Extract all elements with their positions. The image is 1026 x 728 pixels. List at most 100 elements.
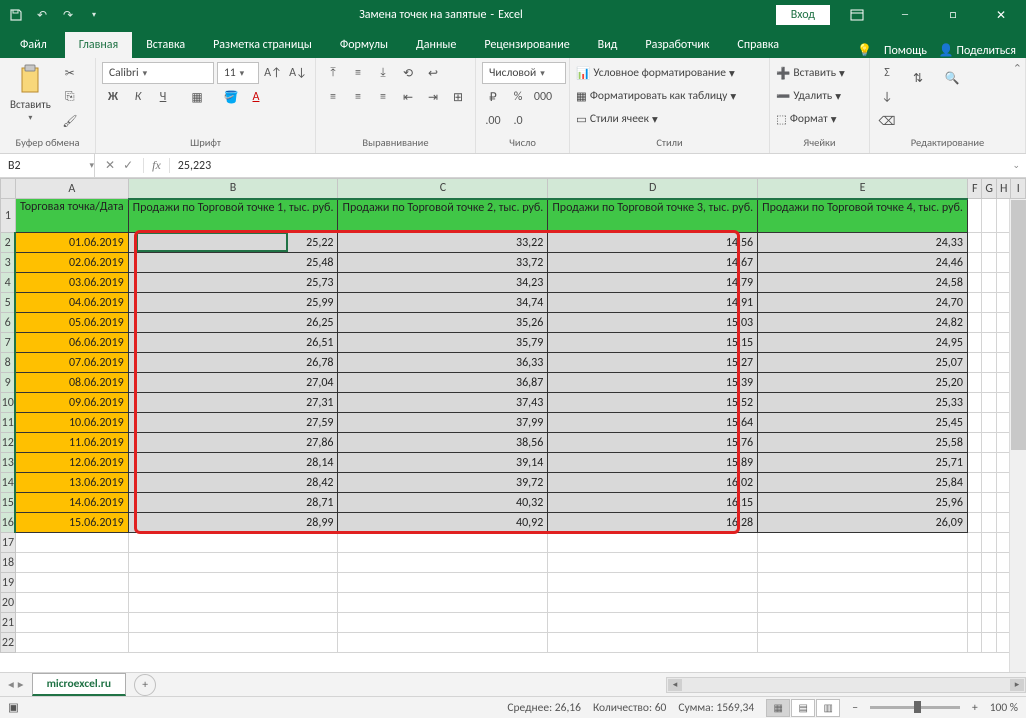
cell[interactable] (982, 473, 997, 493)
data-cell[interactable]: 35,79 (338, 333, 548, 353)
data-cell[interactable]: 25,33 (758, 393, 968, 413)
data-cell[interactable]: 15,39 (548, 373, 758, 393)
data-cell[interactable]: 33,72 (338, 253, 548, 273)
cell[interactable] (967, 273, 982, 293)
cell[interactable] (758, 593, 968, 613)
maximize-icon[interactable]: □ (932, 0, 974, 30)
cell[interactable] (15, 533, 128, 553)
cell[interactable] (982, 199, 997, 233)
data-cell[interactable]: 24,95 (758, 333, 968, 353)
tab-файл[interactable]: Файл (2, 32, 65, 58)
cell[interactable] (967, 453, 982, 473)
date-cell[interactable]: 07.06.2019 (15, 353, 128, 373)
bold-button[interactable]: Ж (102, 86, 124, 108)
row-header-3[interactable]: 3 (1, 253, 16, 273)
date-cell[interactable]: 11.06.2019 (15, 433, 128, 453)
align-center-icon[interactable]: ≡ (347, 86, 369, 108)
data-cell[interactable]: 26,25 (128, 313, 338, 333)
row-header-2[interactable]: 2 (1, 233, 16, 253)
date-cell[interactable]: 10.06.2019 (15, 413, 128, 433)
cell[interactable] (967, 573, 982, 593)
cell[interactable] (758, 533, 968, 553)
comma-style-icon[interactable]: 000 (532, 86, 554, 108)
increase-font-icon[interactable]: A↑ (262, 62, 284, 84)
cell[interactable] (967, 473, 982, 493)
row-header-21[interactable]: 21 (1, 613, 16, 633)
cut-icon[interactable]: ✂ (59, 62, 81, 84)
horizontal-scrollbar[interactable]: ◂ ▸ (666, 677, 1026, 693)
sheet-tab[interactable]: microexcel.ru (32, 673, 127, 696)
cell[interactable] (982, 433, 997, 453)
cell[interactable] (982, 253, 997, 273)
merge-cells-icon[interactable]: ⊞ (447, 86, 469, 108)
cell[interactable] (967, 313, 982, 333)
minimize-icon[interactable]: ─ (884, 0, 926, 30)
cell[interactable] (338, 613, 548, 633)
percent-icon[interactable]: % (507, 86, 529, 108)
cell[interactable] (548, 553, 758, 573)
cell[interactable] (967, 633, 982, 653)
tab-вставка[interactable]: Вставка (132, 32, 199, 58)
login-button[interactable]: Вход (776, 5, 830, 25)
cell[interactable] (982, 333, 997, 353)
row-header-5[interactable]: 5 (1, 293, 16, 313)
vertical-scrollbar[interactable] (1009, 199, 1026, 672)
cell[interactable] (758, 613, 968, 633)
row-header-15[interactable]: 15 (1, 493, 16, 513)
row-header-6[interactable]: 6 (1, 313, 16, 333)
cell[interactable] (338, 533, 548, 553)
cell[interactable] (967, 413, 982, 433)
cell[interactable] (982, 513, 997, 533)
zoom-slider[interactable] (870, 706, 960, 709)
data-cell[interactable]: 26,51 (128, 333, 338, 353)
font-color-button[interactable]: А (245, 86, 267, 108)
data-cell[interactable]: 14,56 (548, 233, 758, 253)
data-cell[interactable]: 27,86 (128, 433, 338, 453)
cell[interactable] (982, 573, 997, 593)
cancel-formula-icon[interactable]: ✕ (105, 158, 115, 173)
date-cell[interactable]: 01.06.2019 (15, 233, 128, 253)
date-cell[interactable]: 05.06.2019 (15, 313, 128, 333)
format-painter-icon[interactable]: 🖌 (59, 110, 81, 132)
fx-icon[interactable]: fx (143, 158, 170, 173)
macro-record-icon[interactable]: ▣ (8, 700, 19, 715)
help-link[interactable]: Помощь (884, 44, 927, 58)
data-cell[interactable]: 25,71 (758, 453, 968, 473)
col-header-B[interactable]: B (128, 179, 338, 199)
cell[interactable] (967, 293, 982, 313)
tab-данные[interactable]: Данные (402, 32, 470, 58)
col-header-F[interactable]: F (967, 179, 982, 199)
data-cell[interactable]: 26,78 (128, 353, 338, 373)
data-cell[interactable]: 25,22 (128, 233, 338, 253)
data-cell[interactable]: 25,84 (758, 473, 968, 493)
fill-color-button[interactable]: 🪣 (220, 86, 242, 108)
cell[interactable] (548, 633, 758, 653)
cell[interactable] (967, 613, 982, 633)
select-all-corner[interactable] (1, 179, 16, 199)
cell[interactable] (967, 253, 982, 273)
header-cell[interactable]: Продажи по Торговой точке 4, тыс. руб. (758, 199, 968, 233)
cell[interactable] (982, 593, 997, 613)
row-header-18[interactable]: 18 (1, 553, 16, 573)
tab-главная[interactable]: Главная (65, 32, 132, 58)
data-cell[interactable]: 14,79 (548, 273, 758, 293)
cell[interactable] (982, 393, 997, 413)
zoom-level[interactable]: 100 % (990, 701, 1018, 715)
cell[interactable] (338, 633, 548, 653)
data-cell[interactable]: 38,56 (338, 433, 548, 453)
row-header-17[interactable]: 17 (1, 533, 16, 553)
number-format-combo[interactable]: Числовой▾ (482, 62, 566, 84)
data-cell[interactable]: 16,15 (548, 493, 758, 513)
row-header-4[interactable]: 4 (1, 273, 16, 293)
row-header-22[interactable]: 22 (1, 633, 16, 653)
copy-icon[interactable]: ⎘ (59, 86, 81, 108)
data-cell[interactable]: 39,14 (338, 453, 548, 473)
format-as-table-button[interactable]: ▦ Форматировать как таблицу ▾ (576, 85, 736, 107)
header-cell[interactable]: Продажи по Торговой точке 3, тыс. руб. (548, 199, 758, 233)
cell[interactable] (967, 553, 982, 573)
row-header-8[interactable]: 8 (1, 353, 16, 373)
col-header-I[interactable]: I (1011, 179, 1026, 199)
undo-icon[interactable]: ↶ (30, 3, 54, 27)
decrease-decimal-icon[interactable]: .0 (507, 110, 529, 132)
cell[interactable] (982, 633, 997, 653)
